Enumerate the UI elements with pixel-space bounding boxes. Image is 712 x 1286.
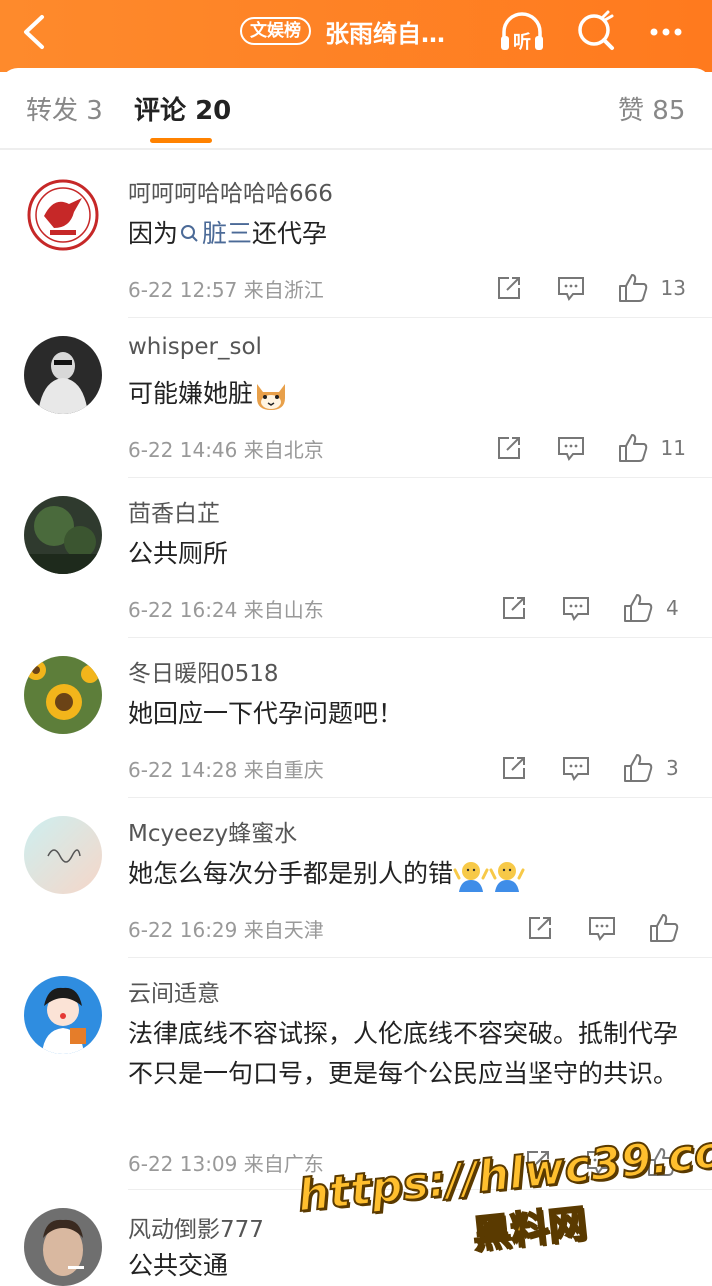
comment-actions: 4: [492, 588, 686, 628]
share-button[interactable]: [487, 268, 531, 308]
comment-meta: 6-22 16:29 来自天津: [128, 918, 324, 942]
share-icon: [497, 277, 520, 299]
share-button[interactable]: [518, 908, 562, 948]
username[interactable]: 茴香白芷: [128, 494, 220, 528]
avatar[interactable]: [24, 336, 102, 414]
comment-text: 她回应一下代孕问题吧！: [128, 699, 404, 728]
reply-button[interactable]: [580, 908, 624, 948]
share-icon: [503, 597, 525, 619]
tab-bar: 转发 3 评论 20 赞 85: [0, 72, 712, 148]
like-count: 4: [666, 596, 679, 620]
topic-link[interactable]: 脏三: [178, 219, 252, 248]
thumbs-up-icon: [618, 274, 647, 302]
hot-list-badge[interactable]: 文娱榜: [240, 17, 311, 45]
comment-meta: 6-22 12:57 来自浙江: [128, 278, 324, 302]
top-bar: 文娱榜 张雨绮自… 听: [0, 0, 712, 72]
chevron-left-icon: [24, 15, 44, 49]
avatar[interactable]: [24, 656, 102, 734]
title-area: 文娱榜 张雨绮自…: [240, 14, 445, 48]
avatar[interactable]: [24, 1208, 102, 1286]
avatar[interactable]: [24, 176, 102, 254]
more-dots-icon: [650, 28, 682, 36]
tab-reposts[interactable]: 转发 3: [26, 90, 103, 127]
share-icon: [497, 437, 520, 459]
comment-icon: [563, 757, 589, 781]
like-count: 3: [666, 756, 679, 780]
comment-text: 公共厕所: [128, 539, 229, 568]
more-button[interactable]: [644, 10, 692, 54]
shrug-emoji: [489, 862, 525, 892]
thumbs-up-icon: [618, 434, 647, 462]
comment-text: 她怎么每次分手都是别人的错: [128, 854, 688, 894]
share-icon: [503, 757, 525, 779]
search-button[interactable]: [572, 10, 620, 54]
comment-icon: [557, 277, 584, 301]
username[interactable]: 云间适意: [128, 974, 220, 1008]
like-button[interactable]: [642, 908, 686, 948]
svg-text:听: 听: [513, 31, 531, 53]
username[interactable]: 冬日暖阳0518: [128, 654, 279, 688]
username[interactable]: whisper_sol: [128, 334, 262, 360]
comment-item: 茴香白芷 公共厕所 6-22 16:24 来自山东 4: [0, 478, 712, 638]
like-button[interactable]: [616, 588, 660, 628]
username[interactable]: 风动倒影777: [128, 1210, 264, 1244]
reply-button[interactable]: [549, 428, 593, 468]
comment-item: 冬日暖阳0518 她回应一下代孕问题吧！ 6-22 14:28 来自重庆 3: [0, 638, 712, 798]
page-title: 张雨绮自…: [325, 19, 445, 48]
comment-icon: [563, 597, 589, 621]
comment-meta: 6-22 13:09 来自广东: [128, 1152, 324, 1176]
headphones-icon: 听: [501, 12, 543, 53]
thumbs-up-icon: [624, 594, 653, 622]
comment-meta: 6-22 14:46 来自北京: [128, 438, 324, 462]
reply-button[interactable]: [549, 268, 593, 308]
like-button[interactable]: [616, 748, 660, 788]
share-button[interactable]: [492, 748, 536, 788]
comment-actions: 3: [492, 748, 686, 788]
search-icon: [181, 225, 198, 242]
share-icon: [529, 917, 551, 939]
comment-text: 可能嫌她脏: [128, 374, 688, 414]
thumbs-up-icon: [650, 914, 679, 942]
comment-meta: 6-22 16:24 来自山东: [128, 598, 324, 622]
share-button[interactable]: [487, 428, 531, 468]
like-count: 13: [660, 276, 686, 300]
comment-text: 因为 脏三还代孕: [128, 219, 328, 248]
back-button[interactable]: [16, 12, 52, 52]
comment-actions: [518, 908, 686, 948]
thumbs-up-icon: [624, 754, 653, 782]
comment-item: whisper_sol 可能嫌她脏 6-22 14:46 来自北京 11: [0, 318, 712, 478]
listen-button[interactable]: 听: [498, 10, 546, 54]
share-button[interactable]: [492, 588, 536, 628]
comment-actions: 11: [487, 428, 686, 468]
comment-icon: [557, 437, 584, 461]
comment-meta: 6-22 14:28 来自重庆: [128, 758, 324, 782]
username[interactable]: 呵呵呵哈哈哈哈666: [128, 174, 333, 208]
like-count: 11: [660, 436, 686, 460]
comment-actions: 13: [487, 268, 686, 308]
username[interactable]: Mcyeezy蜂蜜水: [128, 814, 297, 848]
avatar[interactable]: [24, 816, 102, 894]
comment-text: 法律底线不容试探，人伦底线不容突破。抵制代孕不只是一句口号，更是每个公民应当坚守…: [128, 1019, 679, 1088]
like-button[interactable]: [611, 268, 655, 308]
comment-icon: [589, 917, 615, 941]
comment-item: Mcyeezy蜂蜜水 她怎么每次分手都是别人的错 6-22 16:29 来自天津: [0, 798, 712, 958]
search-icon: [578, 10, 614, 50]
divider: [0, 148, 712, 150]
cat-face-emoji: [257, 384, 286, 410]
reply-button[interactable]: [554, 588, 598, 628]
avatar[interactable]: [24, 976, 102, 1054]
tab-likes[interactable]: 赞 85: [618, 90, 685, 127]
tab-comments[interactable]: 评论 20: [134, 90, 231, 127]
comment-item: 呵呵呵哈哈哈哈666 因为 脏三还代孕 6-22 12:57 来自浙江 13: [0, 158, 712, 318]
shrug-emoji: [453, 862, 489, 892]
like-button[interactable]: [611, 428, 655, 468]
reply-button[interactable]: [554, 748, 598, 788]
avatar[interactable]: [24, 496, 102, 574]
active-tab-indicator: [150, 138, 212, 143]
